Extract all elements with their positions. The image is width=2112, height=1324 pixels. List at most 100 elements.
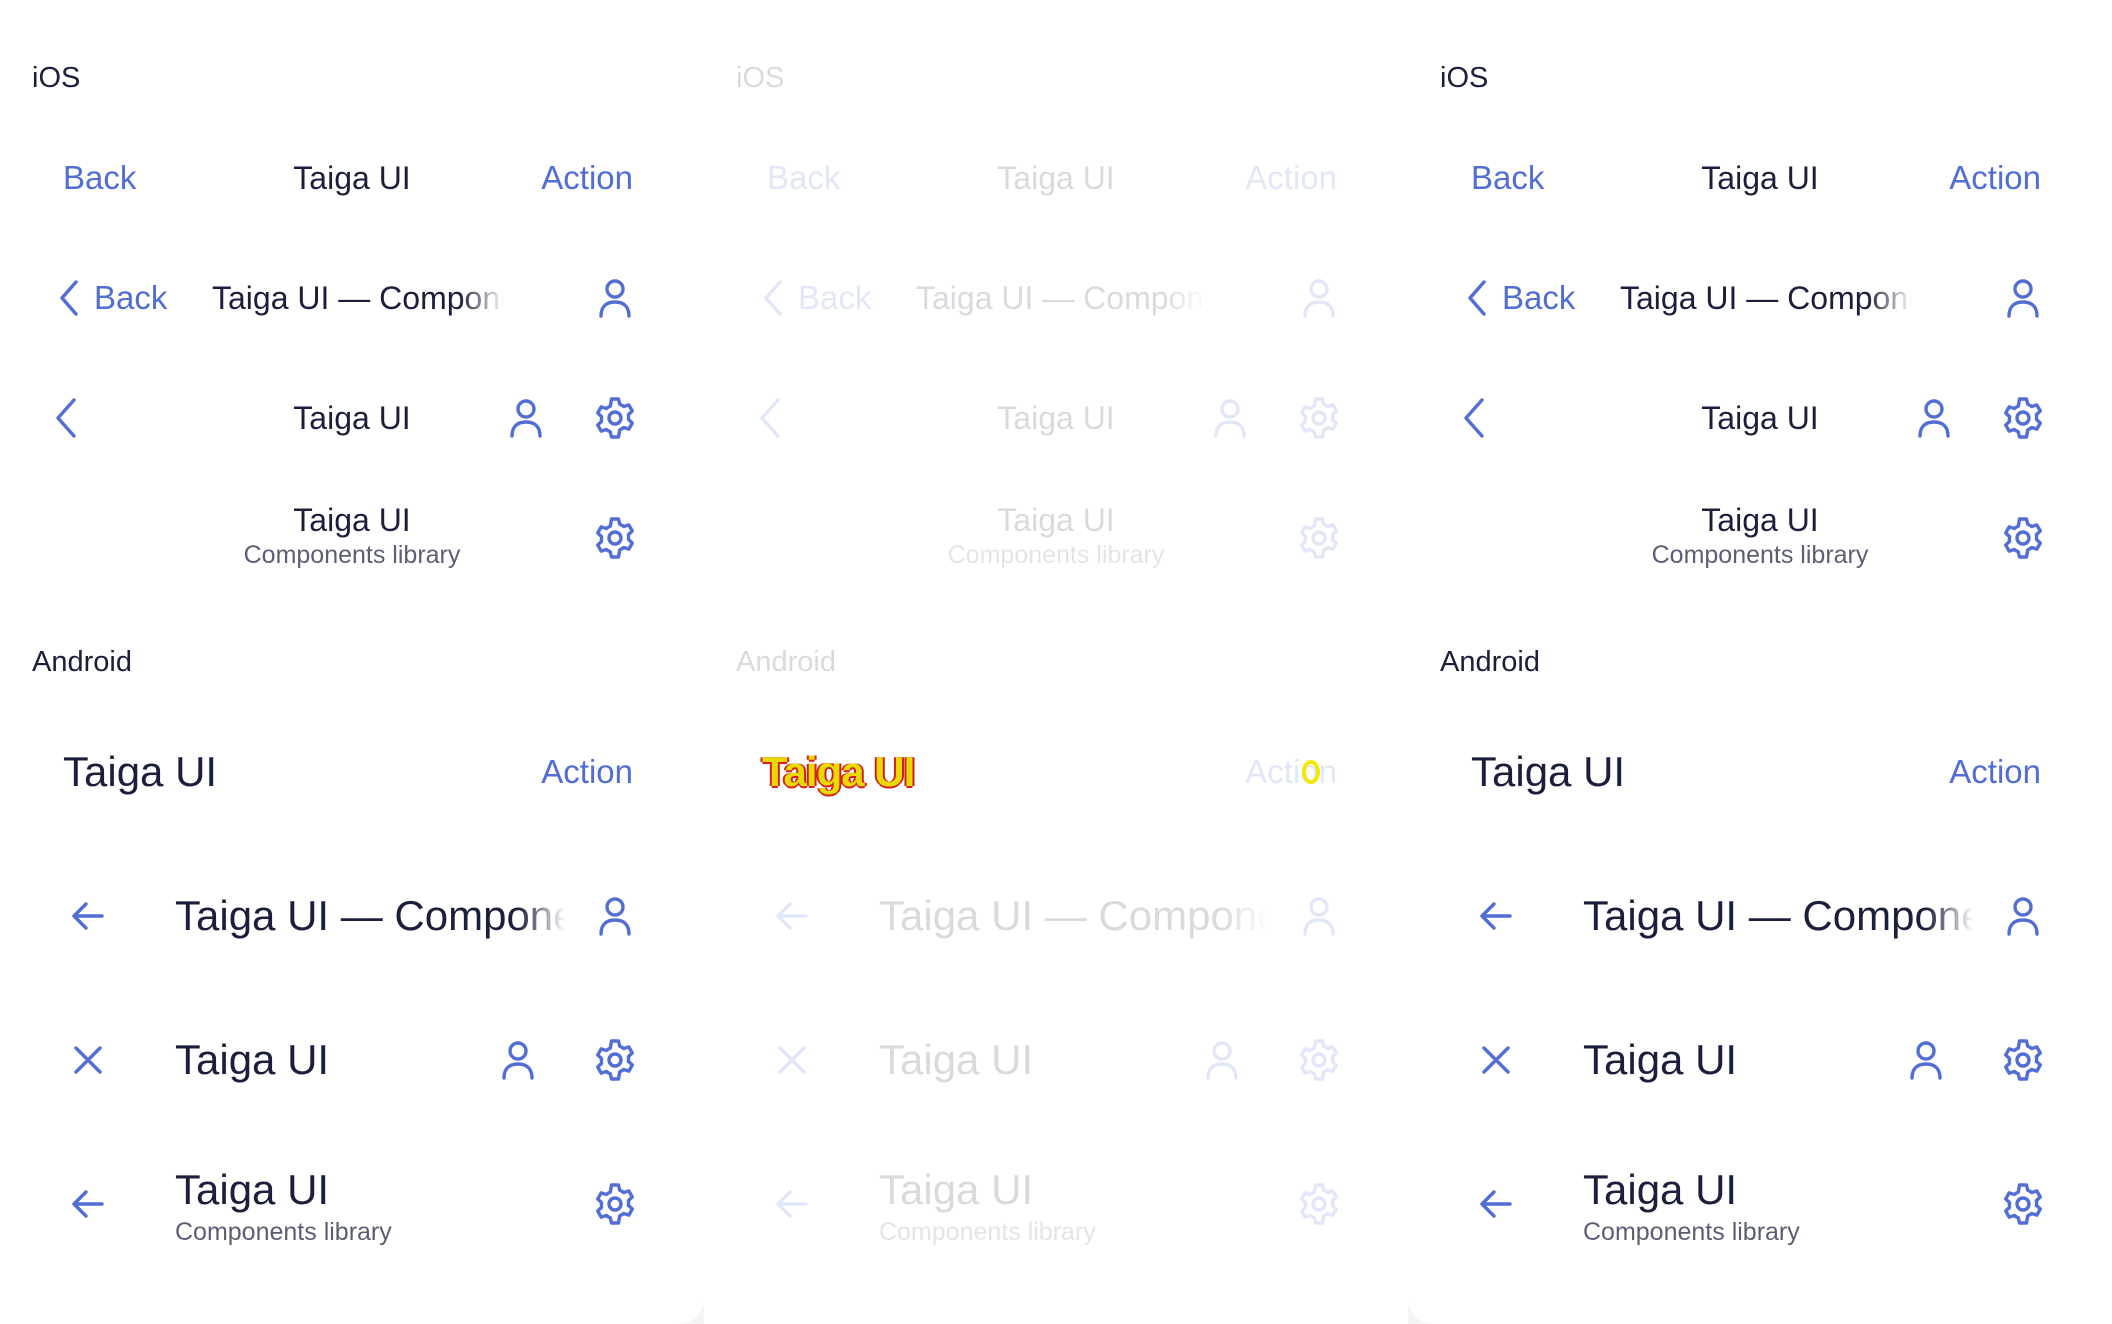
arrow-left-icon[interactable] [1472,1180,1520,1228]
arrow-left-icon [768,1180,816,1228]
app-bar-title: Taiga UI — Components library [916,280,1208,316]
android-app-bar-back-long-title: Taiga UI — Components library [0,876,704,956]
app-bar-subtitle: Components library [175,1218,392,1246]
back-button[interactable]: Back [1458,258,1575,338]
user-icon[interactable] [1902,1036,1950,1084]
ios-app-bar-back-long-title: Back Taiga UI — Components library [1408,258,2112,338]
user-icon[interactable] [1999,274,2047,322]
user-icon[interactable] [494,1036,542,1084]
arrow-left-icon[interactable] [64,892,112,940]
gear-icon[interactable] [1999,1036,2047,1084]
action-button[interactable]: Action [541,138,633,218]
section-label-ios: iOS [32,62,81,94]
arrow-left-icon[interactable] [64,1180,112,1228]
android-app-bar-action: Taiga UI Action [1408,732,2112,812]
app-bar-subtitle: Components library [1651,541,1869,569]
android-app-bar-subtitle: Taiga UI Components library [0,1164,704,1247]
ios-app-bar-back-long-title: Back Taiga UI — Components library [0,258,704,338]
gear-icon[interactable] [591,1180,639,1228]
back-label: Back [94,279,168,316]
app-bar-title: Taiga UI — Components library [212,280,504,316]
ios-app-bar-icons: Taiga UI [0,378,704,458]
gear-icon [1295,1036,1343,1084]
ios-app-bar-subtitle: Taiga UI Components library [1408,498,2112,578]
app-bar-title-block: Taiga UI Components library [1583,1164,1973,1247]
ios-app-bar-icons: Taiga UI [1408,378,2112,458]
chevron-left-icon[interactable] [44,394,92,442]
android-app-bar-close-icons: Taiga UI [1408,1020,2112,1100]
panel-default: iOS Back Taiga UI Action Back Taiga UI —… [1408,0,2112,1324]
ios-app-bar-subtitle: Taiga UI Components library [704,498,1408,578]
gear-icon[interactable] [1999,1180,2047,1228]
ios-app-bar-text-buttons: Back Taiga UI Action [0,138,704,218]
app-bar-title: Taiga UI [1701,502,1819,538]
gear-icon[interactable] [1999,514,2047,562]
user-icon[interactable] [1910,394,1958,442]
user-icon[interactable] [1999,892,2047,940]
app-bar-title: Taiga UI [1701,400,1819,436]
app-bar-subtitle: Components library [879,1218,1096,1246]
close-icon[interactable] [1472,1036,1520,1084]
gear-icon [1295,394,1343,442]
action-button[interactable]: Action [541,732,633,812]
app-bar-title-block: Taiga UI Components library [175,1164,565,1247]
gear-icon[interactable] [591,394,639,442]
user-icon[interactable] [502,394,550,442]
app-bar-title: Taiga UI [293,400,411,436]
user-icon[interactable] [591,892,639,940]
gear-icon [1295,1180,1343,1228]
app-bar-title: Taiga UI [1701,160,1819,196]
gear-icon [1295,514,1343,562]
action-button[interactable]: Action [1949,732,2041,812]
app-bar-title: Taiga UI [997,400,1115,436]
app-bar-title: Taiga UI [879,1166,1034,1213]
section-label-android: Android [1440,646,1540,678]
chevron-left-icon [1458,274,1498,322]
app-bar-subtitle: Components library [243,541,461,569]
ios-app-bar-back-long-title: Back Taiga UI — Components library [704,258,1408,338]
user-icon[interactable] [591,274,639,322]
gear-icon[interactable] [591,1036,639,1084]
android-app-bar-subtitle: Taiga UI Components library [1408,1164,2112,1247]
chevron-left-icon [754,274,794,322]
app-bar-subtitle: Components library [1583,1218,1800,1246]
app-bar-title: Taiga UI [1583,1036,1738,1083]
app-bar-title: Taiga UI [879,1036,1034,1083]
section-label-android: Android [32,646,132,678]
app-bar-title: Taiga UI [293,160,411,196]
app-bar-subtitle: Components library [947,541,1165,569]
app-bar-title: Taiga UI [175,1166,330,1213]
android-app-bar-subtitle: Taiga UI Components library [704,1164,1408,1247]
app-bar-title: Taiga UI [1471,748,1626,795]
back-button[interactable]: Back [63,138,136,218]
app-bar-title: Taiga UI — Components library [1620,280,1912,316]
action-button[interactable]: Action [1949,138,2041,218]
section-label-ios: iOS [736,62,785,94]
app-bar-title: Taiga UI — Components library [879,892,1269,939]
back-label: Back [1502,279,1576,316]
app-bar-title-block: Taiga UI Components library [915,498,1197,570]
user-icon [1206,394,1254,442]
app-bar-title-block: Taiga UI Components library [1619,498,1901,570]
app-bar-title-block: Taiga UI Components library [879,1164,1269,1247]
chevron-left-icon[interactable] [1452,394,1500,442]
app-bar-title: Taiga UI [63,748,218,795]
back-button: Back [754,258,871,338]
back-button[interactable]: Back [1471,138,1544,218]
ios-app-bar-text-buttons: Back Taiga UI Action [1408,138,2112,218]
app-bar-showcase: iOS Back Taiga UI Action Back Taiga UI —… [0,0,2112,1324]
panel-disabled: iOS Back Taiga UI Action Back Taiga UI —… [704,0,1408,1324]
gear-icon[interactable] [1999,394,2047,442]
action-button: Action [1245,753,1337,790]
app-bar-title: Taiga UI — Components library [175,892,565,939]
back-button: Back [767,159,841,196]
app-bar-title: Taiga UI — Components library [1583,892,1973,939]
gear-icon[interactable] [591,514,639,562]
arrow-left-icon[interactable] [1472,892,1520,940]
back-button[interactable]: Back [50,258,167,338]
close-icon[interactable] [64,1036,112,1084]
close-icon [768,1036,816,1084]
ios-app-bar-text-buttons: Back Taiga UI Action [704,138,1408,218]
highlight-marker [1302,760,1320,784]
android-app-bar-action: Taiga UI Action [0,732,704,812]
